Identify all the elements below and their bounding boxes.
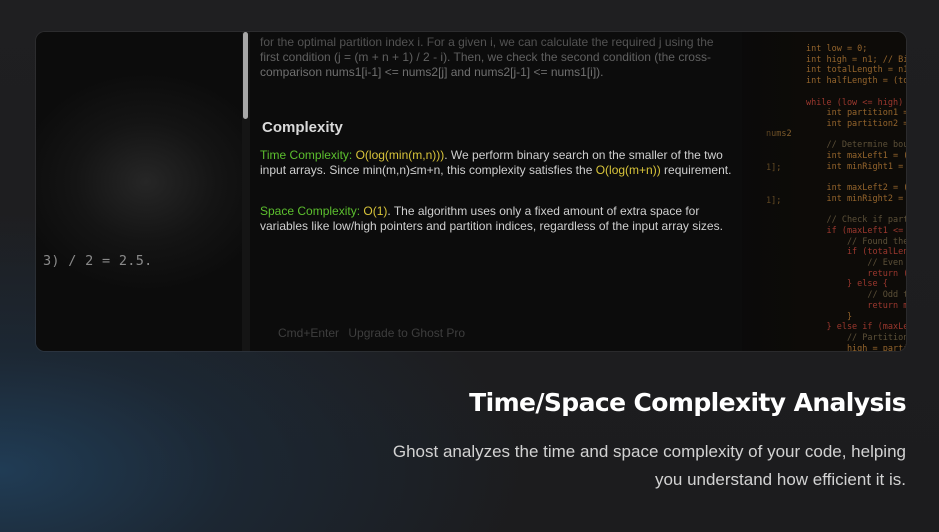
- explanation-paragraph: for the optimal partition index i. For a…: [260, 35, 714, 79]
- time-requirement-value: O(log(m+n)): [595, 162, 661, 177]
- code-line: return max(maxL: [867, 300, 906, 311]
- app-screenshot: 3) / 2 = 2.5. for the optimal partition …: [36, 32, 906, 351]
- code-line: int low = 0;: [806, 44, 868, 54]
- code-line: high = partition1: [846, 343, 906, 351]
- code-line: if (maxLeft1 <= minRigh: [826, 225, 904, 236]
- code-line: int maxLeft1 = (partiti: [826, 151, 906, 161]
- panel-footer: Cmd+Enter Upgrade to Ghost Pro: [278, 326, 465, 340]
- shortcut-hint: Cmd+Enter: [278, 326, 340, 340]
- space-complexity-value: O(1): [363, 204, 388, 218]
- code-line: } else {: [806, 279, 888, 290]
- code-line: // Odd total le: [867, 290, 906, 301]
- scrollbar-thumb[interactable]: [243, 32, 248, 119]
- code-line: int minRight1 = (partit: [826, 161, 904, 172]
- time-complexity-desc-end: requirement.: [660, 162, 732, 177]
- code-line: // Determine boundary e: [826, 140, 906, 151]
- code-line: }: [806, 311, 853, 322]
- code-line: int halfLength = (totalLen: [806, 76, 906, 87]
- code-line: // Even total l: [867, 258, 904, 268]
- feature-title: Time/Space Complexity Analysis: [469, 388, 906, 417]
- code-line: } else if (maxLeft1 > m: [826, 322, 906, 333]
- code-line: int minRight2 = (partit: [826, 193, 904, 204]
- code-line: while (low <= high) {: [806, 97, 906, 108]
- time-complexity-value: O(log(min(m,n))): [355, 148, 445, 162]
- time-complexity-label: Time Complexity:: [260, 148, 356, 162]
- space-complexity-label: Space Complexity:: [260, 204, 364, 218]
- explanation-panel: for the optimal partition index i. For a…: [250, 32, 742, 351]
- feature-description: Ghost analyzes the time and space comple…: [392, 442, 906, 489]
- time-complexity-text: Time Complexity: O(log(min(m,n))). We pe…: [260, 148, 736, 177]
- code-line: // Partition1 is to: [846, 332, 906, 343]
- left-code-fragment: 3) / 2 = 2.5.: [43, 253, 153, 269]
- code-line: int high = n1; // Binary se: [806, 54, 906, 65]
- space-complexity-text: Space Complexity: O(1). The algorithm us…: [260, 204, 736, 233]
- code-line: int maxLeft2 = (partiti: [826, 183, 906, 194]
- code-line: // Check if partitions: [826, 215, 906, 226]
- code-line: int totalLength = n1 + n2;: [806, 65, 906, 76]
- left-editor-pane: 3) / 2 = 2.5.: [36, 32, 242, 351]
- code-fade-overlay: [742, 32, 802, 351]
- code-line: // Found the correc: [846, 236, 906, 247]
- upgrade-link[interactable]: Upgrade to Ghost Pro: [348, 326, 465, 340]
- code-line: int partition2 = halfLe: [826, 118, 906, 129]
- code-line: if (totalLength % 2: [846, 247, 906, 258]
- code-line: int partition1 = low +: [826, 108, 906, 119]
- code-line: return (max(max: [867, 268, 906, 279]
- complexity-heading: Complexity: [262, 119, 343, 136]
